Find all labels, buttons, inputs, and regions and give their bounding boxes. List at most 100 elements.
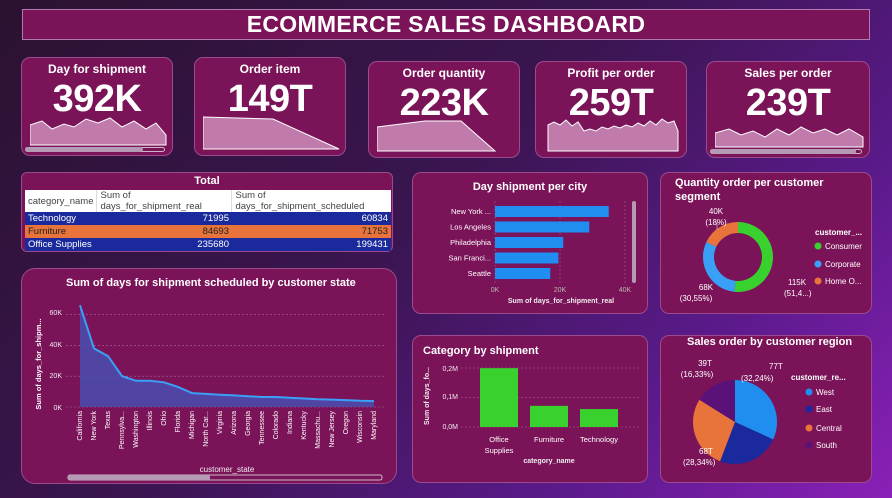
total-table: category_name Sum of days_for_shipment_r… bbox=[25, 190, 391, 251]
legend-label: Consumer bbox=[825, 242, 862, 251]
state-chart-panel[interactable]: Sum of days for shipment scheduled by cu… bbox=[21, 268, 397, 484]
table-row[interactable]: Technology 71995 60834 bbox=[25, 212, 391, 225]
kpi-label: Order quantity bbox=[402, 66, 486, 80]
kpi-card-day-for-shipment[interactable]: Day for shipment 392K bbox=[21, 57, 173, 156]
table-cell: 199431 bbox=[356, 239, 388, 250]
y-tick: 20K bbox=[50, 373, 63, 380]
kpi-card-sales-per-order[interactable]: Sales per order 239T bbox=[706, 61, 870, 158]
kpi-label: Order item bbox=[239, 62, 301, 76]
pie-label: (16,33%) bbox=[681, 370, 714, 379]
table-cell: 84693 bbox=[202, 226, 229, 237]
kpi-card-order-item[interactable]: Order item 149T bbox=[194, 57, 346, 156]
donut-label: 68K bbox=[699, 283, 714, 292]
state-label: Tennessee bbox=[259, 411, 266, 445]
state-label: Colorado bbox=[273, 411, 280, 440]
category-bar bbox=[480, 368, 518, 427]
pie-label: (32,24%) bbox=[741, 374, 774, 383]
x-tick: 40K bbox=[619, 287, 632, 294]
donut-label: (51,4...) bbox=[784, 289, 812, 298]
x-axis-label: Sum of days_for_shipment_real bbox=[508, 298, 614, 305]
table-row[interactable]: Furniture 84693 71753 bbox=[25, 225, 391, 238]
segment-donut-panel[interactable]: Quantity order per customer segment 40K … bbox=[660, 172, 872, 314]
y-tick: 60K bbox=[50, 310, 63, 317]
city-label: Philadelphia bbox=[450, 238, 492, 247]
day-shipment-city-panel[interactable]: Day shipment per city customer_city New … bbox=[412, 172, 648, 314]
table-header[interactable]: Sum of days_for_shipment_scheduled bbox=[232, 190, 391, 212]
state-label: Florida bbox=[175, 411, 182, 433]
region-pie-chart: 39T (16,33%) 77T (32,24%) 68T (28,34%) c… bbox=[681, 359, 846, 467]
category-bar-chart: Sum of days_fo... 0,2M 0,1M 0,0M Office … bbox=[424, 366, 639, 465]
y-tick: 40K bbox=[50, 342, 63, 349]
state-label: New York bbox=[91, 411, 98, 441]
x-tick: Supplies bbox=[485, 446, 514, 455]
state-label: Virginia bbox=[217, 411, 224, 434]
total-table-panel: Total category_name Sum of days_for_ship… bbox=[21, 172, 393, 252]
category-bar bbox=[580, 409, 618, 427]
vertical-scrollbar bbox=[632, 201, 636, 283]
pie-label: 77T bbox=[769, 362, 783, 371]
kpi-sparkline bbox=[377, 120, 497, 152]
state-label: Arizona bbox=[231, 411, 238, 435]
kpi-value: 239T bbox=[745, 82, 831, 124]
donut-label: (18%) bbox=[705, 218, 727, 227]
state-label: Illinois bbox=[147, 411, 154, 431]
kpi-scroll-thumb[interactable] bbox=[710, 149, 856, 154]
city-bar bbox=[495, 268, 551, 279]
x-axis-label: customer_state bbox=[200, 465, 255, 474]
legend-dot bbox=[814, 277, 822, 285]
kpi-sparkline bbox=[203, 116, 340, 150]
y-tick: 0,2M bbox=[442, 366, 458, 373]
dashboard-title-bar: ECOMMERCE SALES DASHBOARD bbox=[22, 9, 870, 40]
state-label: Texas bbox=[105, 411, 112, 430]
city-bar-chart: customer_city New York ...Los AngelesPhi… bbox=[448, 201, 636, 305]
donut-label: 40K bbox=[709, 207, 724, 216]
table-cell: Office Supplies bbox=[28, 239, 92, 250]
legend-dot bbox=[805, 424, 813, 432]
city-label: New York ... bbox=[451, 207, 491, 216]
state-label: Ohio bbox=[161, 411, 168, 426]
state-label: California bbox=[77, 411, 84, 441]
kpi-card-profit-per-order[interactable]: Profit per order 259T bbox=[535, 61, 687, 158]
table-header[interactable]: category_name bbox=[25, 190, 98, 212]
donut-label: 115K bbox=[788, 278, 807, 287]
kpi-sparkline bbox=[547, 118, 679, 152]
y-tick: 0,1M bbox=[442, 394, 458, 401]
table-cell: Technology bbox=[28, 213, 77, 224]
pie-label: (28,34%) bbox=[683, 458, 716, 467]
table-container[interactable]: category_name Sum of days_for_shipment_r… bbox=[25, 190, 391, 251]
legend-title: customer_... bbox=[815, 228, 862, 237]
table-row[interactable]: Office Supplies 235680 199431 bbox=[25, 238, 391, 251]
table-cell: 60834 bbox=[361, 213, 388, 224]
state-label: Wisconsin bbox=[357, 411, 364, 443]
segment-donut-chart: 40K (18%) 68K (30,55%) 115K (51,4...) cu… bbox=[680, 207, 862, 303]
legend-label: East bbox=[816, 405, 833, 414]
state-label: Washington bbox=[133, 411, 140, 448]
state-label: Oregon bbox=[343, 411, 350, 434]
legend-label: South bbox=[816, 441, 837, 450]
legend-label: Home O... bbox=[825, 277, 861, 286]
table-cell: 71995 bbox=[202, 213, 229, 224]
horizontal-scroll-thumb bbox=[68, 475, 210, 480]
kpi-scroll-thumb[interactable] bbox=[25, 147, 143, 152]
city-bar bbox=[495, 252, 559, 264]
kpi-label: Profit per order bbox=[567, 66, 655, 80]
table-header[interactable]: Sum of days_for_shipment_real bbox=[96, 190, 233, 212]
city-label: Seattle bbox=[468, 269, 491, 278]
state-label: Massachu... bbox=[315, 411, 322, 449]
category-bar bbox=[530, 405, 568, 427]
legend-dot bbox=[814, 260, 822, 268]
legend-dot bbox=[805, 405, 813, 413]
city-label: Los Angeles bbox=[450, 223, 491, 232]
x-tick: 20K bbox=[554, 287, 567, 294]
x-tick: Office bbox=[489, 435, 508, 444]
state-label: New Jersey bbox=[329, 411, 336, 448]
city-label: San Franci... bbox=[448, 254, 491, 263]
category-shipment-panel[interactable]: Category by shipment Sum of days_fo... 0… bbox=[412, 335, 648, 483]
kpi-card-order-quantity[interactable]: Order quantity 223K bbox=[368, 61, 520, 158]
state-label: Georgia bbox=[245, 411, 252, 436]
state-label: Michigan bbox=[189, 411, 196, 439]
y-tick: 0K bbox=[53, 405, 62, 412]
legend-dot bbox=[805, 441, 813, 449]
region-pie-panel[interactable]: Sales order by customer region 39T (16,3… bbox=[660, 335, 872, 483]
legend-label: West bbox=[816, 388, 835, 397]
